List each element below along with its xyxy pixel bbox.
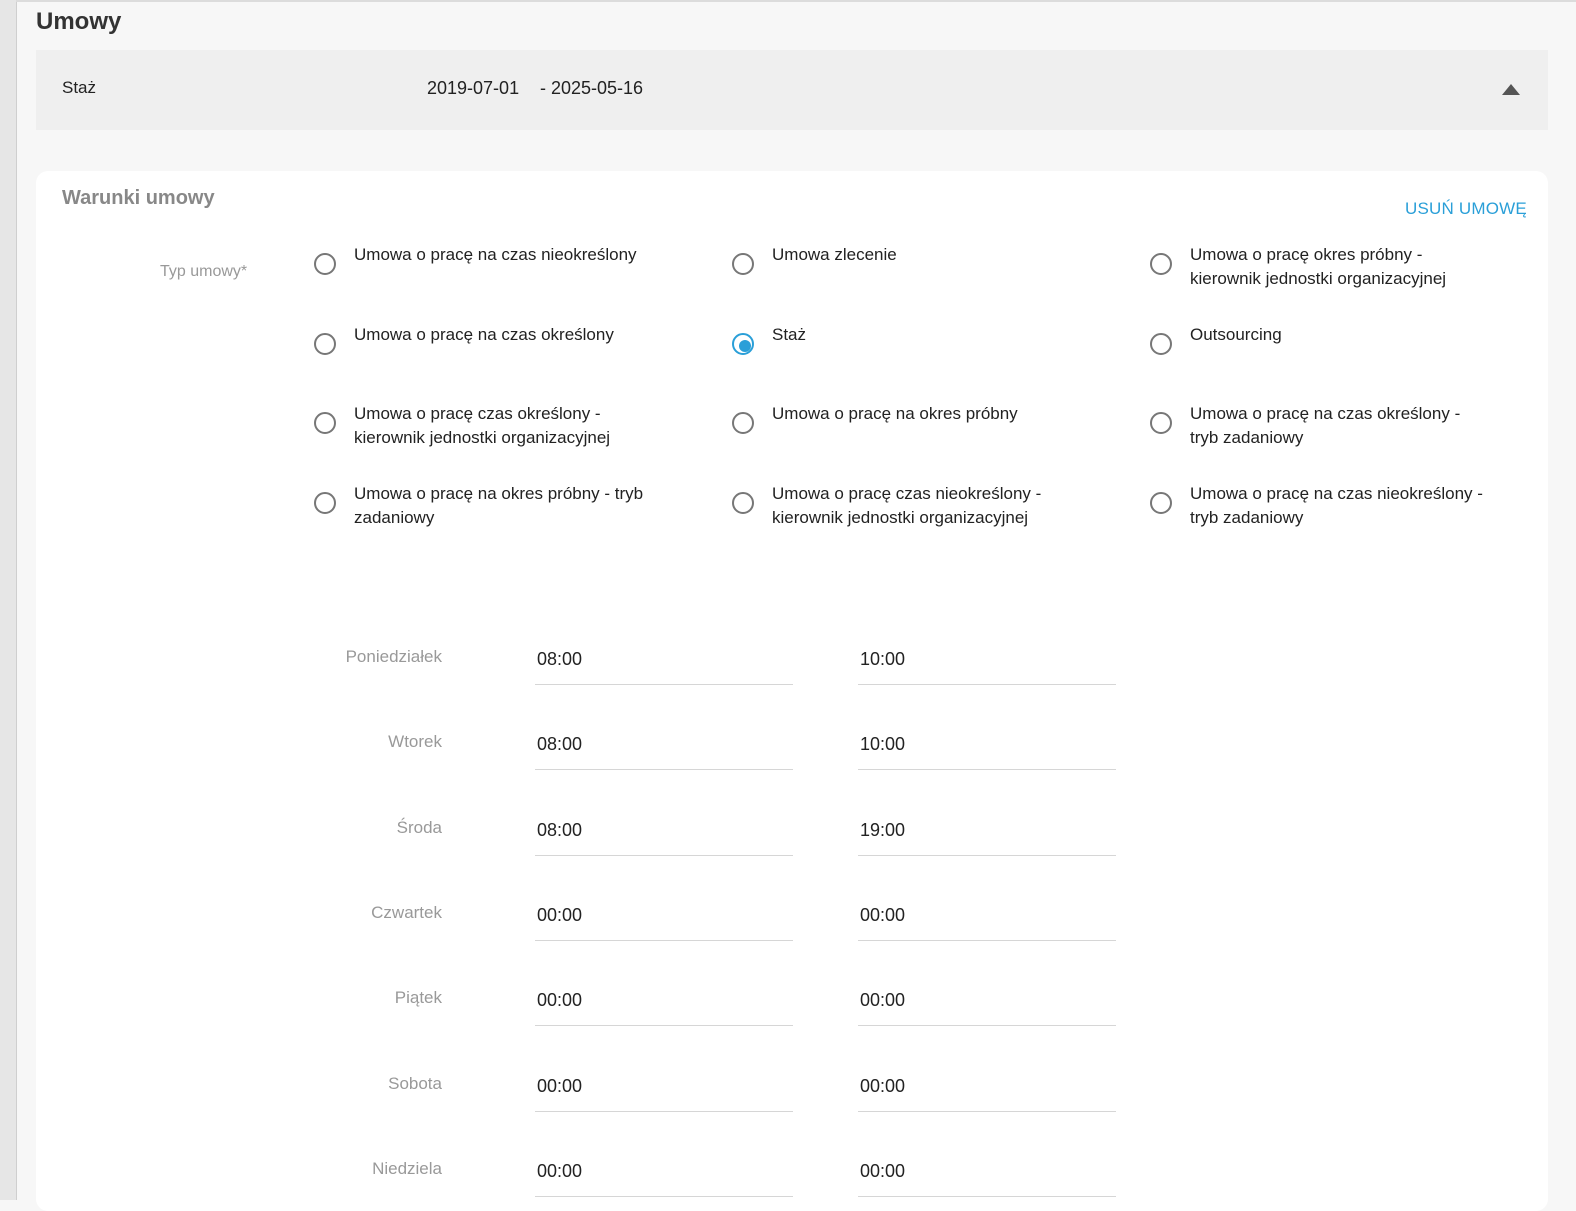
end-time-input[interactable]: 19:00 [858,815,1116,856]
contract-type-option-label: Umowa o pracę okres próbny - kierownik j… [1190,245,1447,288]
end-time-input-value: 10:00 [860,734,906,754]
contract-terms-card: Warunki umowy USUŃ UMOWĘ Typ umowy* Umow… [36,171,1548,1211]
end-time-input[interactable]: 10:00 [858,644,1116,685]
triangle-up-icon[interactable] [1502,84,1520,95]
end-time-input-value: 00:00 [860,905,906,925]
radio-circle-icon[interactable] [314,333,336,355]
start-time-input[interactable]: 08:00 [535,644,793,685]
start-time-input[interactable]: 00:00 [535,1071,793,1112]
contract-type-option-label: Umowa o pracę czas nieokreślony - kierow… [772,484,1042,527]
contract-type-option-label: Umowa o pracę na czas nieokreślony [354,245,637,264]
start-time-input-value: 00:00 [537,1076,583,1096]
end-time-input[interactable]: 00:00 [858,1156,1116,1197]
start-time-input[interactable]: 00:00 [535,900,793,941]
day-label: Niedziela [372,1159,442,1178]
day-label: Poniedziałek [345,647,442,666]
radio-circle-icon[interactable] [314,492,336,514]
contract-date-to: - 2025-05-16 [540,78,644,98]
day-label: Sobota [388,1074,442,1093]
start-time-input-value: 00:00 [537,1161,583,1181]
end-time-input[interactable]: 00:00 [858,900,1116,941]
radio-circle-icon[interactable] [314,253,336,275]
contract-type-label: Typ umowy* [160,263,248,280]
contract-type-option-label: Outsourcing [1190,325,1282,344]
start-time-input-value: 00:00 [537,905,583,925]
end-time-input-value: 10:00 [860,649,906,669]
delete-contract-button[interactable]: USUŃ UMOWĘ [1405,199,1527,219]
day-label: Czwartek [371,903,442,922]
contract-type-option-label: Umowa o pracę na czas określony - tryb z… [1190,404,1461,447]
contract-type-option-label: Umowa o pracę czas określony - kierownik… [354,404,611,447]
radio-selected-dot-icon [739,340,751,352]
end-time-input-value: 00:00 [860,990,906,1010]
radio-circle-icon[interactable] [1150,253,1172,275]
end-time-input[interactable]: 10:00 [858,729,1116,770]
radio-circle-icon[interactable] [314,412,336,434]
contract-type: Staż [62,78,97,97]
radio-circle-icon[interactable] [732,412,754,434]
contract-type-option-label: Staż [772,325,807,344]
radio-circle-icon[interactable] [732,253,754,275]
radio-circle-icon[interactable] [1150,492,1172,514]
start-time-input[interactable]: 08:00 [535,729,793,770]
section-title: Warunki umowy [62,187,215,209]
end-time-input-value: 00:00 [860,1076,906,1096]
window-top-edge [16,0,1576,2]
start-time-input-value: 00:00 [537,990,583,1010]
start-time-input-value: 08:00 [537,820,583,840]
radio-circle-icon[interactable] [732,333,754,355]
start-time-input-value: 08:00 [537,734,583,754]
window-left-edge [0,0,17,1200]
start-time-input[interactable]: 00:00 [535,1156,793,1197]
end-time-input-value: 00:00 [860,1161,906,1181]
day-label: Środa [396,818,442,837]
contract-date-from: 2019-07-01 [427,78,520,98]
radio-circle-icon[interactable] [1150,333,1172,355]
contract-summary-row[interactable]: Staż 2019-07-01 - 2025-05-16 [36,50,1548,130]
contract-type-option-label: Umowa o pracę na okres próbny - tryb zad… [354,484,644,527]
contract-type-option-label: Umowa o pracę na czas określony [354,325,614,344]
contract-type-option-label: Umowa zlecenie [772,245,897,264]
page-title: Umowy [36,8,122,35]
end-time-input[interactable]: 00:00 [858,985,1116,1026]
start-time-input[interactable]: 00:00 [535,985,793,1026]
day-label: Wtorek [388,732,442,751]
radio-circle-icon[interactable] [1150,412,1172,434]
day-label: Piątek [394,988,442,1007]
radio-circle-icon[interactable] [732,492,754,514]
start-time-input[interactable]: 08:00 [535,815,793,856]
end-time-input[interactable]: 00:00 [858,1071,1116,1112]
start-time-input-value: 08:00 [537,649,583,669]
contract-type-option-label: Umowa o pracę na czas nieokreślony - try… [1190,484,1483,527]
end-time-input-value: 19:00 [860,820,906,840]
contract-type-option-label: Umowa o pracę na okres próbny [772,404,1018,423]
